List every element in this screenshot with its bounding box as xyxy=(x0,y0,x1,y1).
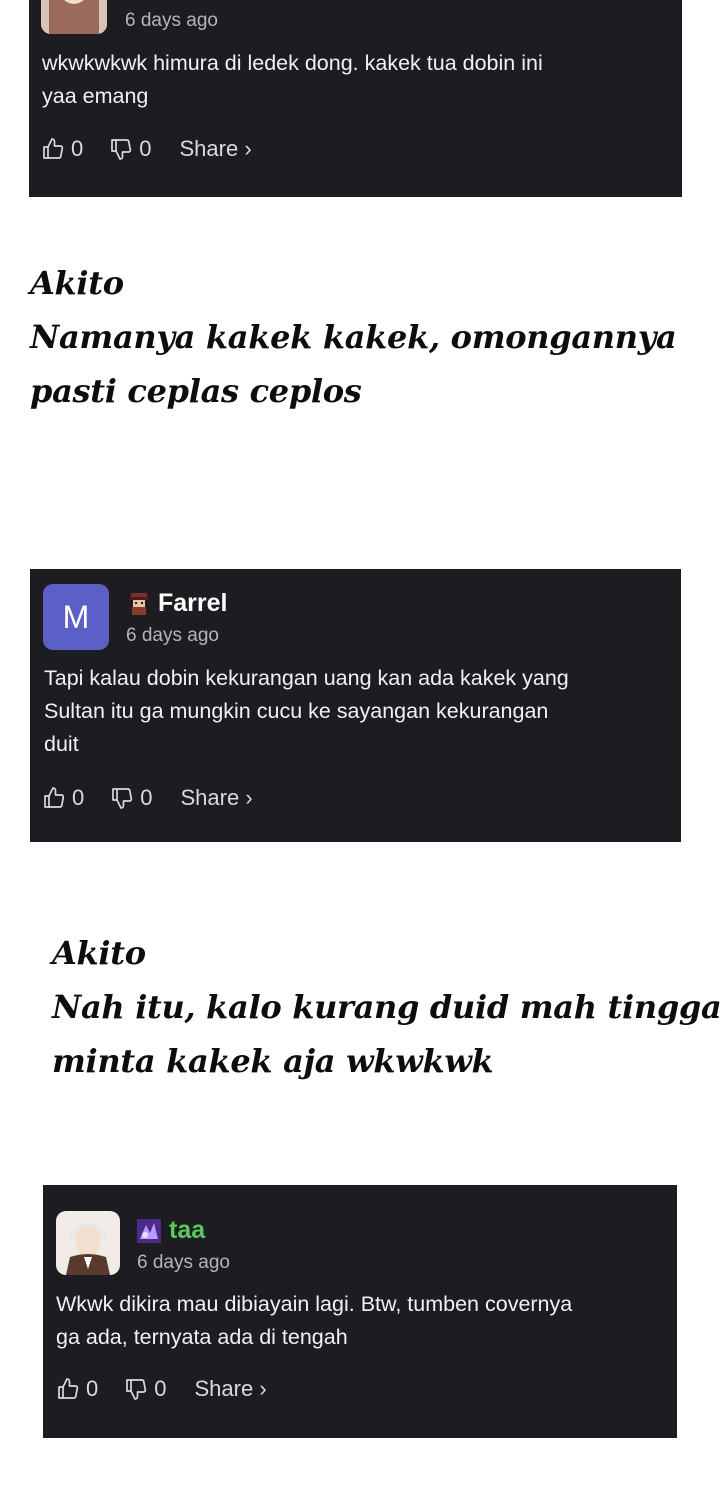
comment-card-3: taa 6 days ago Wkwk dikira mau dibiayain… xyxy=(43,1185,677,1438)
comment-time: 6 days ago xyxy=(125,10,218,31)
thumbs-up-icon xyxy=(44,787,65,808)
comment-time: 6 days ago xyxy=(126,625,219,646)
user-avatar[interactable] xyxy=(56,1211,120,1275)
like-count: 0 xyxy=(71,136,84,161)
comment-time: 6 days ago xyxy=(137,1252,230,1273)
pirate-badge-icon xyxy=(129,592,149,615)
username-row: taa xyxy=(137,1216,205,1245)
share-button[interactable]: Share › xyxy=(181,785,253,811)
comment-actions: 0 0 Share › xyxy=(42,785,253,811)
like-button[interactable]: 0 xyxy=(42,785,84,811)
comment-card-1: 6 days ago wkwkwkwk himura di ledek dong… xyxy=(29,0,682,197)
thumbs-down-icon xyxy=(112,788,133,809)
dislike-button[interactable]: 0 xyxy=(124,1376,167,1402)
handwritten-note-2: Akito Nah itu, kalo kurang duid mah ting… xyxy=(52,926,720,1088)
dislike-count: 0 xyxy=(139,136,152,161)
avatar-letter: M xyxy=(62,598,90,635)
share-button[interactable]: Share › xyxy=(180,136,252,162)
like-button[interactable]: 0 xyxy=(41,136,83,162)
username[interactable]: taa xyxy=(169,1216,205,1245)
dislike-button[interactable]: 0 xyxy=(110,785,153,811)
thumbs-up-icon xyxy=(43,138,64,159)
note-author: Akito xyxy=(52,934,146,972)
comment-card-2: M Farrel 6 days ago Tapi kalau dobin kek… xyxy=(30,569,681,842)
comment-text: Tapi kalau dobin kekurangan uang kan ada… xyxy=(44,666,569,756)
username[interactable]: Farrel xyxy=(158,589,227,618)
like-count: 0 xyxy=(86,1376,99,1401)
handwritten-note-1: Akito Namanya kakek kakek, omongannya pa… xyxy=(30,256,677,418)
share-button[interactable]: Share › xyxy=(195,1376,267,1402)
thumbs-up-icon xyxy=(58,1378,79,1399)
comment-text: Wkwk dikira mau dibiayain lagi. Btw, tum… xyxy=(56,1292,573,1349)
comment-actions: 0 0 Share › xyxy=(56,1376,267,1402)
username-row: Farrel xyxy=(128,589,227,618)
user-avatar[interactable] xyxy=(41,0,107,34)
anime-badge-icon xyxy=(137,1218,161,1243)
dislike-button[interactable]: 0 xyxy=(109,136,152,162)
like-button[interactable]: 0 xyxy=(56,1376,98,1402)
comment-actions: 0 0 Share › xyxy=(41,136,252,162)
like-count: 0 xyxy=(72,785,85,810)
comment-text: wkwkwkwk himura di ledek dong. kakek tua… xyxy=(42,51,543,108)
dislike-count: 0 xyxy=(140,785,153,810)
thumbs-down-icon xyxy=(111,139,132,160)
note-author: Akito xyxy=(30,264,124,302)
dislike-count: 0 xyxy=(154,1376,167,1401)
thumbs-down-icon xyxy=(126,1379,147,1400)
user-avatar[interactable]: M xyxy=(43,584,109,650)
